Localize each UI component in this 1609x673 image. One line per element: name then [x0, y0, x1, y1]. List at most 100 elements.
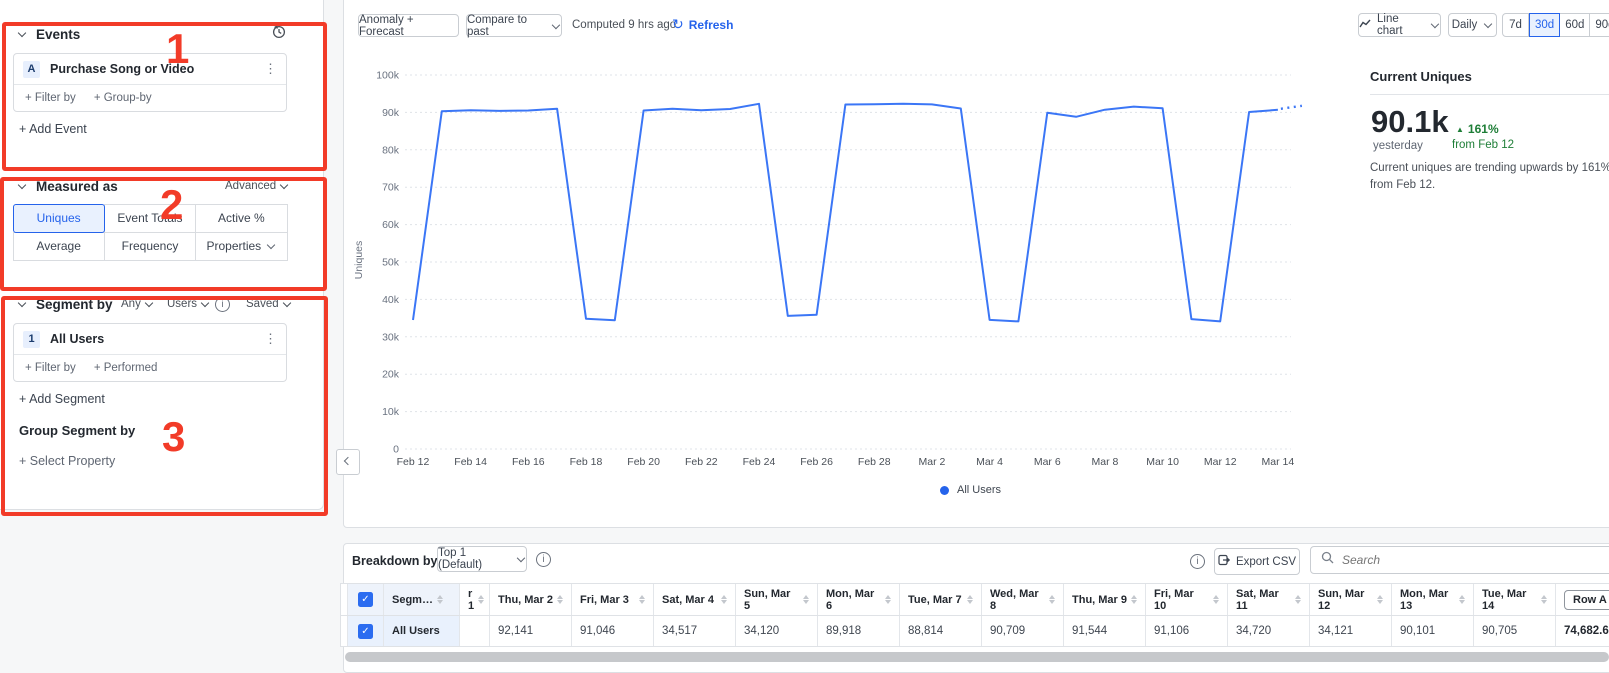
date-column-header[interactable]: Sun, Mar 12 [1310, 584, 1392, 615]
cut-column-header[interactable]: r 1 [460, 584, 490, 615]
interval-7d-button[interactable]: 7d [1502, 13, 1529, 37]
sort-icon[interactable] [1049, 595, 1055, 604]
refresh-button[interactable]: ↻ Refresh [672, 16, 733, 33]
breakdown-top-dropdown[interactable]: Top 1 (Default) [437, 546, 527, 572]
any-dropdown[interactable]: Any [121, 298, 154, 310]
line-chart[interactable]: 010k20k30k40k50k60k70k80k90k100kFeb 12Fe… [343, 55, 1363, 485]
select-property-link[interactable]: + Select Property [19, 454, 115, 468]
date-column-header[interactable]: Thu, Mar 9 [1064, 584, 1146, 615]
anomaly-forecast-button[interactable]: Anomaly + Forecast [358, 14, 459, 37]
date-column-header[interactable]: Sun, Mar 5 [736, 584, 818, 615]
measured-as-section-header[interactable]: Measured as [17, 179, 118, 194]
event-filter-by-link[interactable]: + Filter by [25, 92, 76, 104]
sort-icon[interactable] [1541, 595, 1547, 604]
date-column-header[interactable]: Fri, Mar 10 [1146, 584, 1228, 615]
add-segment-link[interactable]: + Add Segment [19, 392, 105, 406]
search-input[interactable] [1342, 553, 1562, 567]
checkbox-checked-icon[interactable]: ✓ [358, 592, 373, 607]
events-section-header[interactable]: Events [17, 27, 80, 42]
table-data-row[interactable]: ✓ All Users 92,14191,04634,51734,12089,9… [340, 615, 1609, 647]
sort-icon[interactable] [1131, 595, 1137, 604]
sort-icon[interactable] [1213, 595, 1219, 604]
interval-60d-button[interactable]: 60d [1560, 13, 1590, 37]
date-value-cell[interactable]: 91,046 [572, 616, 654, 646]
horizontal-scrollbar-thumb[interactable] [345, 652, 1609, 662]
date-column-header[interactable]: Sat, Mar 11 [1228, 584, 1310, 615]
checkbox-checked-icon[interactable]: ✓ [358, 624, 373, 639]
kebab-menu-icon[interactable]: ⋮ [264, 331, 277, 347]
interval-90d-button[interactable]: 90d [1590, 13, 1609, 37]
date-column-header[interactable]: Mon, Mar 6 [818, 584, 900, 615]
compare-to-past-button[interactable]: Compare to past [466, 14, 562, 37]
segment-by-section-header[interactable]: Segment by [17, 297, 113, 312]
search-icon [1321, 551, 1334, 569]
date-value-cell[interactable]: 91,544 [1064, 616, 1146, 646]
add-event-link[interactable]: + Add Event [19, 122, 87, 136]
row-average-column-header[interactable]: Row A [1556, 584, 1609, 615]
date-value-cell[interactable]: 88,814 [900, 616, 982, 646]
summary-caption: yesterday [1373, 140, 1423, 152]
option-properties[interactable]: Properties [195, 232, 287, 261]
segment-column-header[interactable]: Segm… [384, 584, 460, 615]
sort-icon[interactable] [437, 595, 443, 604]
option-active-pct[interactable]: Active % [195, 204, 287, 233]
segment-filter-by-link[interactable]: + Filter by [25, 362, 76, 374]
kebab-menu-icon[interactable]: ⋮ [264, 61, 277, 77]
sort-icon[interactable] [803, 595, 809, 604]
date-value-cell[interactable]: 34,720 [1228, 616, 1310, 646]
date-value-cell[interactable]: 34,121 [1310, 616, 1392, 646]
export-icon [1218, 554, 1230, 569]
granularity-dropdown[interactable]: Daily [1448, 13, 1497, 37]
date-column-header[interactable]: Thu, Mar 2 [490, 584, 572, 615]
export-csv-button[interactable]: Export CSV [1214, 548, 1300, 575]
sort-icon[interactable] [1295, 595, 1301, 604]
date-column-header[interactable]: Fri, Mar 3 [572, 584, 654, 615]
date-column-header[interactable]: Tue, Mar 14 [1474, 584, 1556, 615]
sort-icon[interactable] [1377, 595, 1383, 604]
sort-icon[interactable] [721, 595, 727, 604]
info-icon[interactable]: i [215, 297, 230, 312]
date-value-cell[interactable]: 34,120 [736, 616, 818, 646]
collapse-sidebar-button[interactable] [336, 449, 360, 475]
info-icon[interactable]: i [1190, 554, 1205, 569]
sort-icon[interactable] [967, 595, 973, 604]
search-box[interactable] [1310, 546, 1609, 574]
row-checkbox-cell[interactable]: ✓ [348, 616, 384, 646]
segment-performed-link[interactable]: + Performed [94, 362, 158, 374]
date-value-cell[interactable]: 34,517 [654, 616, 736, 646]
users-dropdown[interactable]: Users [167, 298, 210, 310]
row-average-header-box[interactable]: Row A [1564, 590, 1609, 610]
advanced-dropdown[interactable]: Advanced [225, 180, 289, 192]
option-average[interactable]: Average [13, 232, 105, 261]
date-value-cell[interactable]: 89,918 [818, 616, 900, 646]
sort-icon[interactable] [639, 595, 645, 604]
sort-icon[interactable] [885, 595, 891, 604]
select-all-cell[interactable]: ✓ [348, 584, 384, 615]
sort-icon[interactable] [478, 595, 484, 604]
segment-value-cell[interactable]: All Users [384, 616, 460, 646]
sort-icon[interactable] [557, 595, 563, 604]
option-uniques[interactable]: Uniques [13, 204, 105, 233]
date-value-cell[interactable]: 90,705 [1474, 616, 1556, 646]
chart-type-dropdown[interactable]: Line chart [1358, 13, 1441, 37]
date-value-cell[interactable]: 91,106 [1146, 616, 1228, 646]
chevron-down-icon [1484, 20, 1492, 28]
chart-legend[interactable]: All Users [940, 484, 1001, 496]
history-clock-icon[interactable] [271, 23, 287, 44]
date-column-header[interactable]: Sat, Mar 4 [654, 584, 736, 615]
date-value-cell[interactable]: 90,101 [1392, 616, 1474, 646]
sort-icon[interactable] [1459, 595, 1465, 604]
series-line[interactable] [413, 104, 1278, 322]
interval-30d-button[interactable]: 30d [1529, 13, 1560, 37]
segment-row[interactable]: 1 All Users ⋮ [14, 324, 286, 355]
event-group-by-link[interactable]: + Group-by [94, 92, 152, 104]
event-row[interactable]: A Purchase Song or Video ⋮ [14, 54, 286, 85]
date-column-header[interactable]: Wed, Mar 8 [982, 584, 1064, 615]
date-value-cell[interactable]: 92,141 [490, 616, 572, 646]
option-frequency[interactable]: Frequency [104, 232, 196, 261]
saved-dropdown[interactable]: Saved [246, 298, 292, 310]
info-icon[interactable]: i [536, 552, 551, 567]
date-column-header[interactable]: Tue, Mar 7 [900, 584, 982, 615]
date-column-header[interactable]: Mon, Mar 13 [1392, 584, 1474, 615]
date-value-cell[interactable]: 90,709 [982, 616, 1064, 646]
